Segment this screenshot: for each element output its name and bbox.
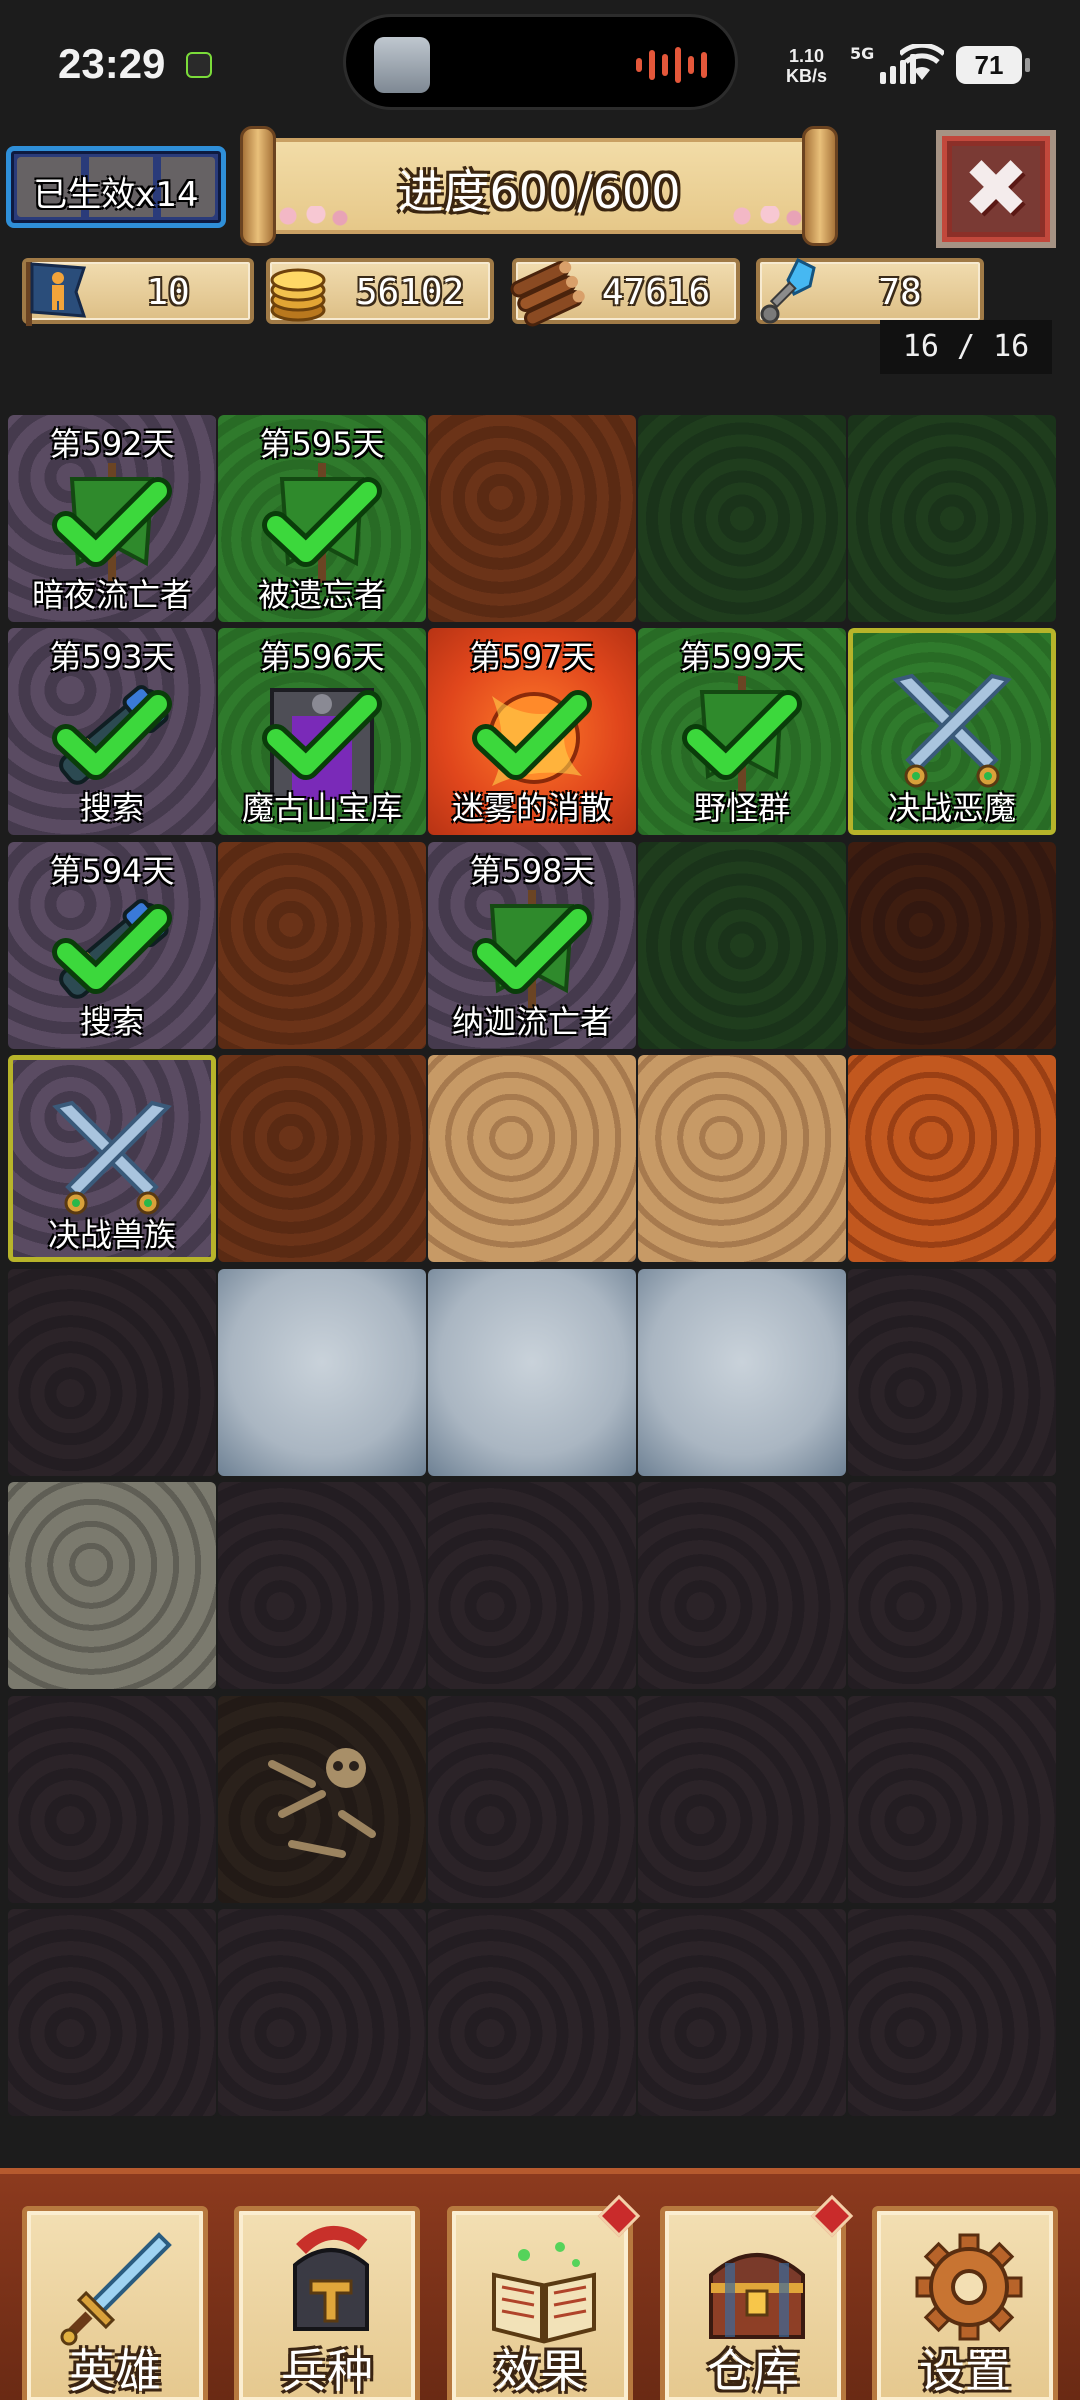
media-thumbnail <box>374 37 430 93</box>
tile-day-label: 第593天 <box>49 638 175 677</box>
tile-event-name: 魔古山宝库 <box>241 789 402 828</box>
map-tile-sand[interactable] <box>638 1055 846 1263</box>
resource-gold: 56102 <box>266 258 494 324</box>
map-tile-darkgrass[interactable] <box>638 841 846 1049</box>
bottom-nav: 英雄 兵种 效果 仓库 设置 <box>0 2168 1080 2400</box>
progress-title: 进度600/600 <box>397 165 681 219</box>
map-tile-stone[interactable]: 第592天暗夜流亡者 <box>8 415 216 622</box>
map-tile-rock[interactable] <box>848 1695 1056 1903</box>
map-tile-lava[interactable]: 第597天迷雾的消散 <box>428 628 636 836</box>
map-tile-sand[interactable] <box>428 1055 636 1263</box>
map-tile-darkdirt[interactable] <box>848 841 1056 1049</box>
map-tile-grass[interactable]: 第596天魔古山宝库 <box>218 628 426 836</box>
nav-troops-button[interactable]: 兵种 <box>234 2206 420 2400</box>
tile-event-name: 决战兽族 <box>47 1216 176 1255</box>
map-tile-rock[interactable] <box>638 1695 846 1903</box>
map-tile-darkgrass[interactable] <box>848 415 1056 622</box>
tile-day-label: 第592天 <box>49 425 175 463</box>
map-tile-stone[interactable]: 第598天纳迦流亡者 <box>428 841 636 1049</box>
map-tile-grass[interactable]: 第595天被遗忘者 <box>218 415 426 622</box>
tile-event-name: 搜索 <box>79 1002 144 1041</box>
map-tile-rock[interactable] <box>428 1909 636 2117</box>
map-tile-dirt[interactable] <box>218 841 426 1049</box>
tile-event-name: 迷雾的消散 <box>451 789 612 828</box>
map-tile-rock[interactable] <box>8 1268 216 1476</box>
battery-indicator: 71 <box>956 46 1030 84</box>
tile-day-label: 第594天 <box>49 851 175 890</box>
game-board: 第592天 暗夜流亡者 第595天 被遗忘者 第593天 搜索 第596天 魔古山宝库 第597… <box>8 415 1072 2121</box>
notification-badge <box>597 2194 641 2238</box>
tile-event-name: 暗夜流亡者 <box>31 576 192 614</box>
map-tile-grass[interactable]: 决战恶魔 <box>848 628 1056 836</box>
population-icon <box>26 262 87 326</box>
map-tile-rock[interactable] <box>638 1482 846 1690</box>
map-tile-rock[interactable] <box>218 1482 426 1690</box>
resource-crystal: 78 <box>756 257 984 324</box>
map-tile-snow[interactable] <box>638 1268 846 1476</box>
map-tile-rock[interactable] <box>848 1482 1056 1690</box>
map-tile-rock[interactable] <box>218 1909 426 2117</box>
tile-day-label: 第598天 <box>469 851 595 890</box>
tile-day-label: 第595天 <box>259 425 385 463</box>
close-button[interactable]: ✖ <box>936 130 1056 248</box>
tile-counter: 16 / 16 <box>880 320 1052 374</box>
resource-population: 10 <box>22 258 254 326</box>
map-tile-bones[interactable] <box>218 1695 426 1903</box>
skull-bones-icon <box>268 1747 376 1858</box>
tile-day-label: 第596天 <box>259 638 385 677</box>
tile-event-name: 纳迦流亡者 <box>451 1002 612 1041</box>
map-tile-rock[interactable] <box>638 1909 846 2117</box>
map-tile-snow[interactable] <box>428 1268 636 1476</box>
map-tile-stone[interactable]: 决战兽族 <box>8 1055 216 1263</box>
tile-day-label: 第597天 <box>469 638 595 677</box>
tile-event-name: 被遗忘者 <box>257 576 386 614</box>
map-tile-darkgrass[interactable] <box>638 415 846 622</box>
resource-wood: 47616 <box>510 258 740 327</box>
map-tile-rock[interactable] <box>8 1695 216 1903</box>
nav-effects-button[interactable]: 效果 <box>447 2194 641 2400</box>
map-tile-snow[interactable] <box>218 1268 426 1476</box>
dynamic-island[interactable] <box>343 14 738 110</box>
wood-logs-icon <box>510 261 585 327</box>
gold-coins-icon <box>270 268 326 322</box>
map-tile-dirt[interactable] <box>218 1055 426 1263</box>
map-tile-rock[interactable] <box>428 1482 636 1690</box>
crystal-key-icon <box>760 257 816 324</box>
notification-badge <box>810 2194 854 2238</box>
network-speed: 1.10 KB/s <box>786 46 828 86</box>
audio-wave-icon <box>636 47 707 83</box>
map-tile-rock[interactable] <box>428 1695 636 1903</box>
tile-day-label: 第599天 <box>679 638 805 677</box>
app-notification-icon <box>186 52 212 78</box>
tile-event-name: 搜索 <box>79 789 144 828</box>
lives-buff-badge[interactable]: 已生效x14 <box>6 146 226 228</box>
close-icon: ✖ <box>962 142 1030 235</box>
map-tile-dirt[interactable] <box>428 415 636 622</box>
map-tile-rock[interactable] <box>8 1909 216 2117</box>
wifi-icon <box>900 44 944 80</box>
map-tile-rock[interactable] <box>848 1909 1056 2117</box>
nav-storage-button[interactable]: 仓库 <box>660 2194 854 2400</box>
map-tile-stone[interactable]: 第593天搜索 <box>8 628 216 836</box>
status-bar: 23:29 1.10 KB/s 5G 71 <box>0 0 1080 130</box>
map-tile-grass[interactable]: 第599天野怪群 <box>638 628 846 836</box>
tile-event-name: 决战恶魔 <box>887 789 1016 828</box>
map-tile-cobble[interactable] <box>8 1482 216 1690</box>
map-tile-orange[interactable] <box>848 1055 1056 1263</box>
map-tile-stone[interactable]: 第594天搜索 <box>8 841 216 1049</box>
nav-settings-button[interactable]: 设置 <box>872 2206 1058 2400</box>
map-tile-rock[interactable] <box>848 1268 1056 1476</box>
nav-hero-button[interactable]: 英雄 <box>22 2206 208 2400</box>
clock: 23:29 <box>58 40 166 87</box>
progress-scroll: 进度600/600 <box>240 126 838 246</box>
tile-event-name: 野怪群 <box>693 789 790 828</box>
